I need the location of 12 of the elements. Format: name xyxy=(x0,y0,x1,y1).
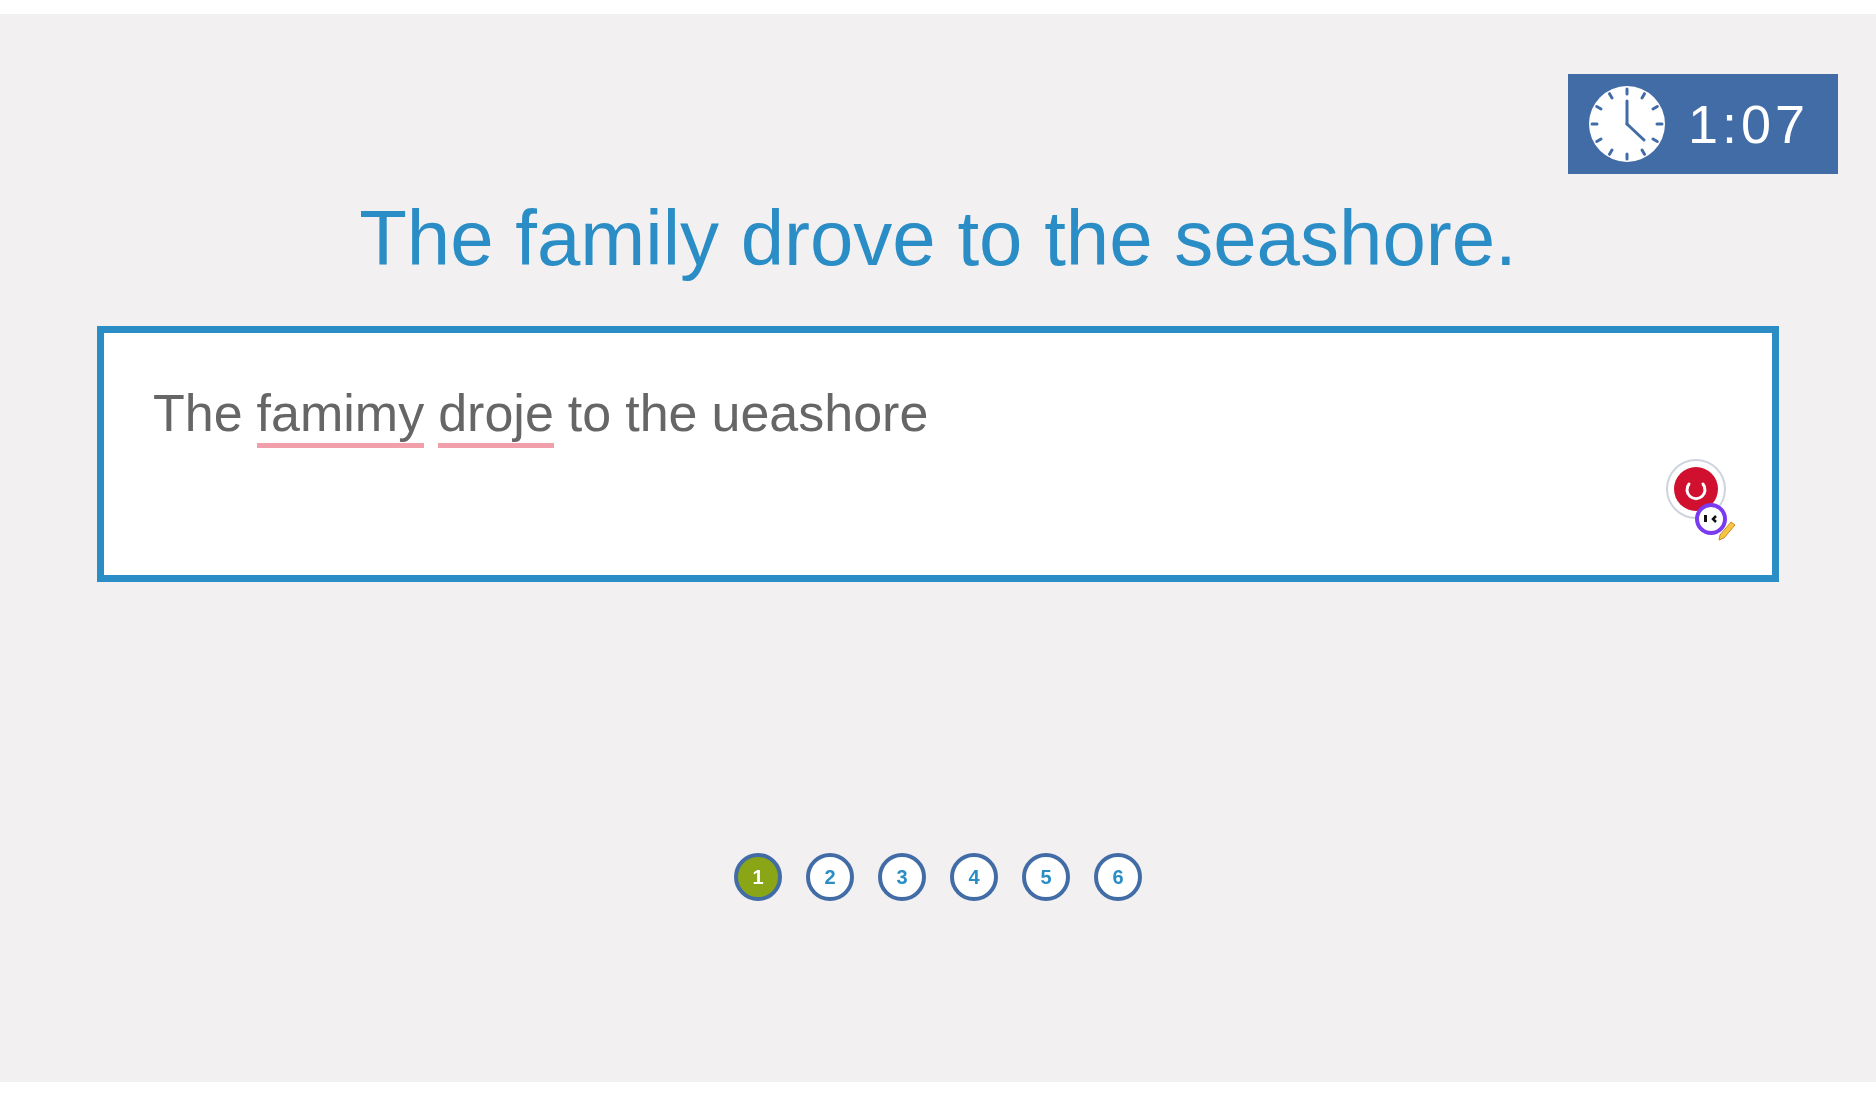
clock-icon xyxy=(1588,85,1666,163)
answer-word: ueashore xyxy=(711,383,929,444)
prompt-sentence: The family drove to the seashore. xyxy=(359,193,1517,284)
misspelled-word: droje xyxy=(438,383,554,448)
answer-field[interactable]: The famimy droje to the ueashore xyxy=(97,326,1779,582)
timer-text: 1:07 xyxy=(1688,92,1810,156)
answer-word: to xyxy=(567,383,612,444)
spinner-icon xyxy=(1673,466,1719,512)
pencil-face-icon xyxy=(1694,501,1736,541)
answer-word: the xyxy=(625,383,698,444)
misspelled-word: famimy xyxy=(256,383,425,448)
answer-word: The xyxy=(153,383,243,444)
